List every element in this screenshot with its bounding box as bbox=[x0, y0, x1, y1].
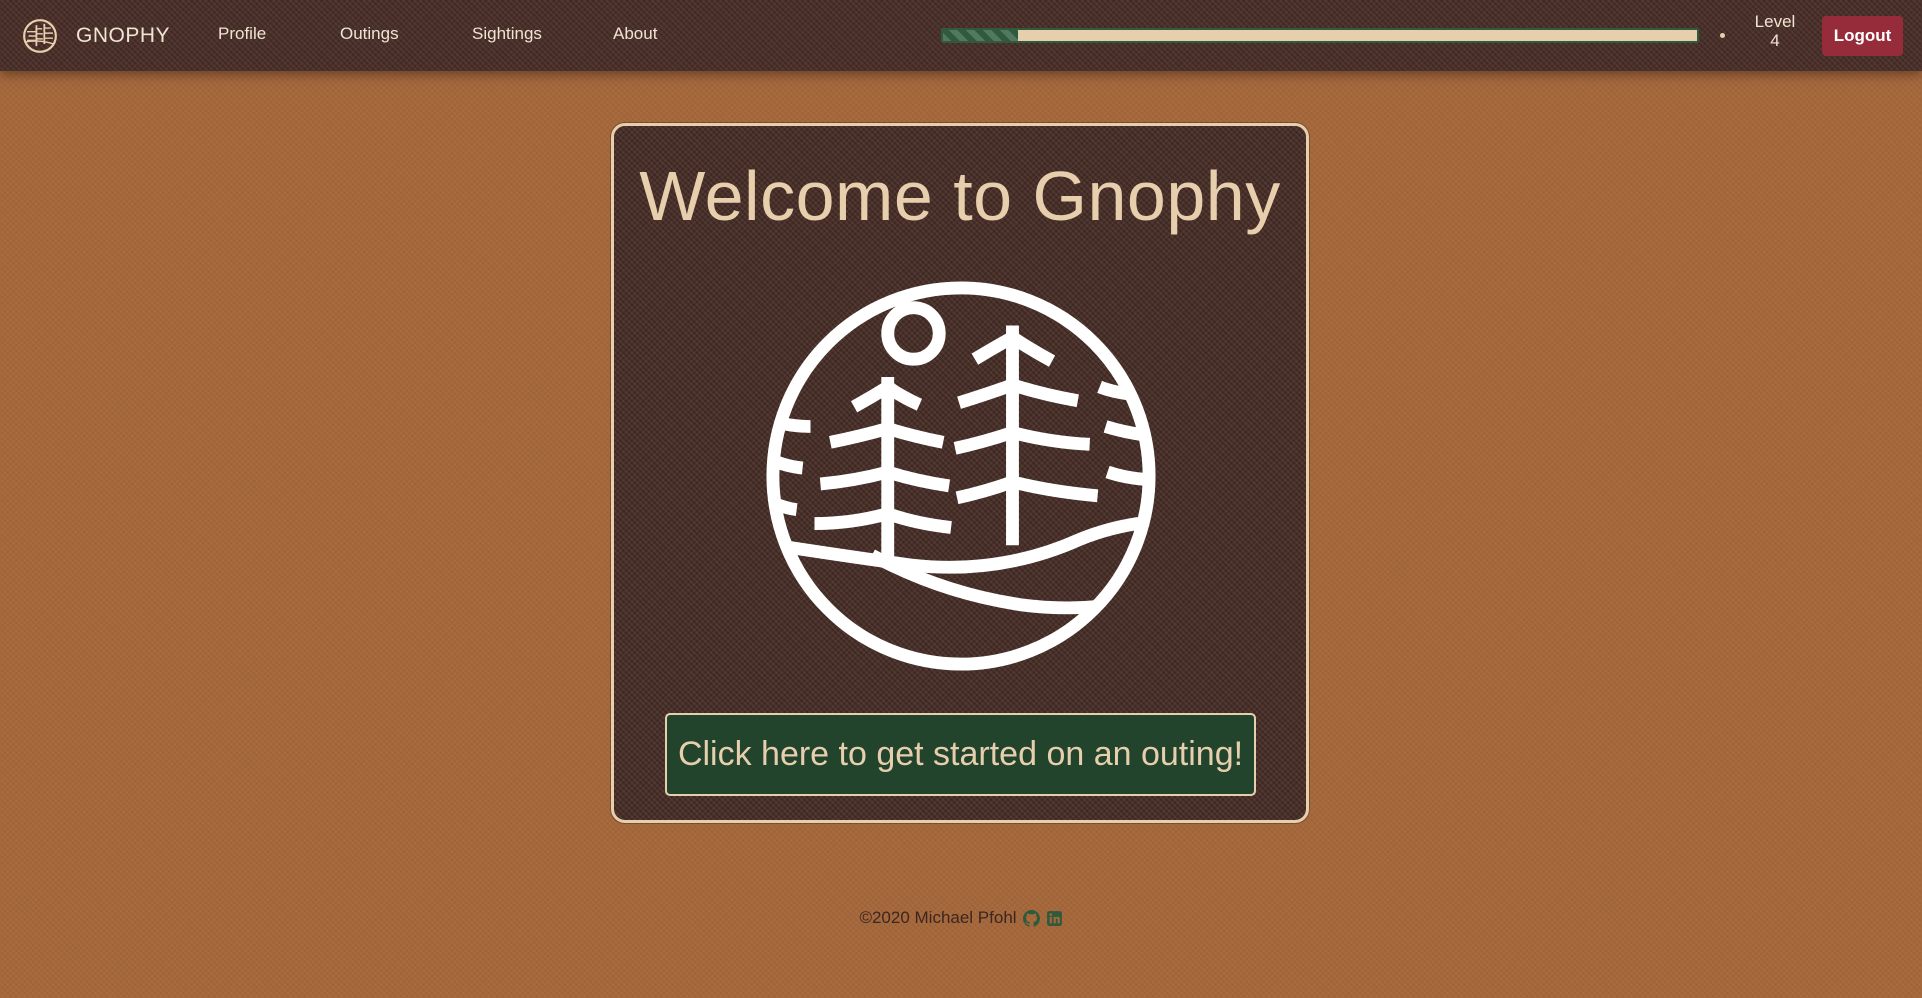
start-outing-button[interactable]: Click here to get started on an outing! bbox=[665, 713, 1256, 796]
brand-name: GNOPHY bbox=[76, 24, 171, 47]
forest-emblem-icon bbox=[766, 281, 1156, 671]
nav-link-profile[interactable]: Profile bbox=[218, 24, 266, 44]
experience-progress-bar bbox=[941, 28, 1699, 43]
nav-link-outings[interactable]: Outings bbox=[340, 24, 399, 44]
page-title: Welcome to Gnophy bbox=[639, 157, 1281, 235]
level-value: 4 bbox=[1770, 31, 1780, 50]
level-indicator: Level 4 bbox=[1750, 12, 1800, 50]
gnophy-logo-icon bbox=[23, 19, 57, 53]
level-label: Level bbox=[1754, 12, 1796, 31]
github-icon[interactable] bbox=[1022, 909, 1040, 927]
top-navbar: GNOPHY Profile Outings Sightings About L… bbox=[0, 0, 1922, 71]
linkedin-icon[interactable] bbox=[1046, 910, 1063, 927]
logout-button[interactable]: Logout bbox=[1822, 16, 1903, 56]
welcome-card: Welcome to Gnophy Click here to get star… bbox=[611, 123, 1309, 823]
nav-link-about[interactable]: About bbox=[613, 24, 657, 44]
nav-link-sightings[interactable]: Sightings bbox=[472, 24, 542, 44]
progress-fill bbox=[943, 30, 1019, 41]
separator-dot bbox=[1720, 33, 1725, 38]
copyright-text: ©2020 Michael Pfohl bbox=[859, 908, 1017, 927]
brand-link[interactable]: GNOPHY bbox=[22, 18, 170, 54]
footer: ©2020 Michael Pfohl bbox=[0, 908, 1922, 928]
